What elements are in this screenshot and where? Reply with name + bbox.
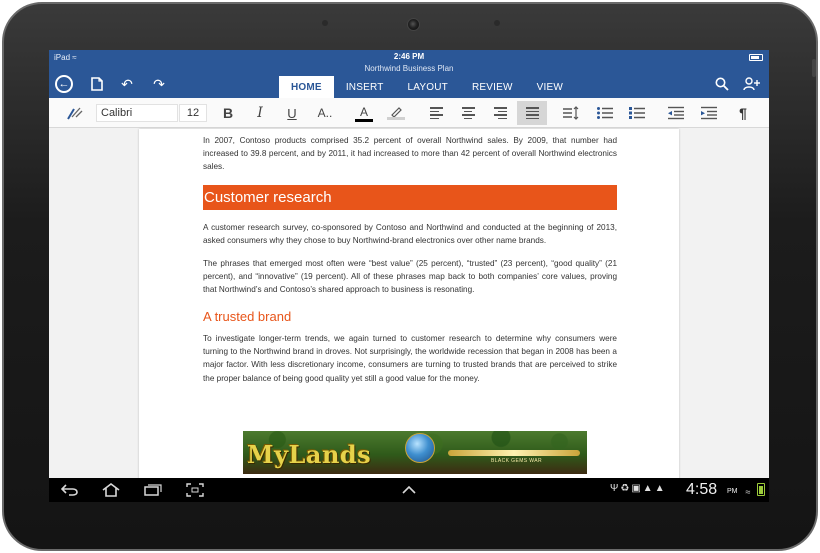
format-painter-icon <box>67 107 83 120</box>
battery-status-icon <box>757 483 765 496</box>
nav-home-button[interactable] <box>99 480 123 500</box>
tab-view[interactable]: VIEW <box>525 76 575 98</box>
recent-apps-icon <box>144 484 162 496</box>
ribbon-tabs: HOME INSERT LAYOUT REVIEW VIEW <box>279 76 575 98</box>
share-button[interactable] <box>742 74 762 94</box>
document-page[interactable]: In 2007, Contoso products comprised 35.2… <box>139 129 679 502</box>
numbering-button[interactable] <box>624 98 650 128</box>
home-icon <box>102 483 120 497</box>
battery-icon <box>749 54 763 61</box>
nav-back-button[interactable] <box>59 480 81 500</box>
warning-icon-2: ▲ <box>654 483 667 494</box>
system-clock: 4:58 <box>686 481 718 498</box>
document-title: Northwind Business Plan <box>364 64 454 73</box>
clock-ampm: PM <box>727 488 738 495</box>
add-person-icon <box>743 77 760 91</box>
file-button[interactable] <box>87 74 107 94</box>
notification-icons[interactable]: Ψ♻▣▲▲ <box>610 483 667 494</box>
undo-icon: ↶ <box>121 75 133 92</box>
font-color-icon: A <box>355 105 373 122</box>
highlight-button[interactable] <box>384 98 408 128</box>
undo-button[interactable]: ↶ <box>117 74 137 94</box>
home-ribbon: Calibri 12 B I U A.. A ¶ <box>49 98 769 128</box>
heading-trusted-brand: A trusted brand <box>203 309 292 324</box>
align-right-icon <box>493 107 507 119</box>
paragraph-2: A customer research survey, co-sponsored… <box>203 223 617 246</box>
decrease-indent-icon <box>668 106 684 120</box>
ad-banner[interactable]: MyLands BLACK GEMS WAR <box>243 431 587 474</box>
line-spacing-icon <box>563 106 579 120</box>
tab-home[interactable]: HOME <box>279 76 334 98</box>
font-color-button[interactable]: A <box>352 98 376 128</box>
recycle-icon: ♻ <box>620 483 632 494</box>
chevron-up-icon <box>402 486 416 494</box>
bullet-list-icon <box>597 107 613 119</box>
font-color-letter: A <box>359 104 368 119</box>
back-button[interactable]: ← <box>54 74 74 94</box>
redo-button[interactable]: ↷ <box>149 74 169 94</box>
increase-indent-icon <box>701 106 717 120</box>
highlight-swatch <box>387 117 405 120</box>
front-sensor <box>322 20 328 26</box>
front-camera <box>407 18 420 31</box>
sword-icon <box>448 450 580 456</box>
side-button[interactable] <box>812 59 816 77</box>
banner-title: MyLands <box>247 440 372 469</box>
search-button[interactable] <box>712 74 732 94</box>
line-spacing-button[interactable] <box>557 98 583 128</box>
italic-button[interactable]: I <box>249 98 271 128</box>
align-left-icon <box>429 107 443 119</box>
light-sensor <box>494 20 500 26</box>
nav-expand-button[interactable] <box>399 480 419 500</box>
justify-icon <box>525 107 539 119</box>
app-top-bar: iPad ≈ 2:46 PM Northwind Business Plan ←… <box>49 50 769 98</box>
justify-button[interactable] <box>517 101 547 125</box>
show-formatting-button[interactable]: ¶ <box>732 98 754 128</box>
align-right-button[interactable] <box>488 98 512 128</box>
back-arrow-icon: ← <box>55 75 73 93</box>
format-painter-button[interactable] <box>63 98 87 128</box>
tab-layout[interactable]: LAYOUT <box>396 76 460 98</box>
nav-recent-apps-button[interactable] <box>142 480 164 500</box>
tab-review[interactable]: REVIEW <box>460 76 525 98</box>
paragraph-4: To investigate longer-term trends, we ag… <box>203 334 617 383</box>
bullets-button[interactable] <box>592 98 618 128</box>
font-color-swatch <box>355 118 373 122</box>
nav-screenshot-button[interactable] <box>184 480 206 500</box>
wifi-signal-icon: ≈ <box>745 487 751 497</box>
highlighter-pen <box>391 107 402 117</box>
align-center-button[interactable] <box>456 98 480 128</box>
font-name-field[interactable]: Calibri <box>96 104 178 122</box>
highlighter-icon <box>387 106 405 120</box>
tablet-screen: iPad ≈ 2:46 PM Northwind Business Plan ←… <box>49 50 769 502</box>
increase-indent-button[interactable] <box>696 98 722 128</box>
image-icon: ▣ <box>631 483 643 494</box>
numbered-list-icon <box>629 107 645 119</box>
bold-button[interactable]: B <box>217 98 239 128</box>
font-size-field[interactable]: 12 <box>179 104 207 122</box>
usb-icon: Ψ <box>610 483 621 494</box>
banner-subtitle: BLACK GEMS WAR <box>491 458 542 464</box>
redo-icon: ↷ <box>153 75 165 92</box>
globe-icon <box>405 433 435 463</box>
file-icon <box>91 77 103 91</box>
align-left-button[interactable] <box>424 98 448 128</box>
align-center-icon <box>461 107 475 119</box>
decrease-indent-button[interactable] <box>663 98 689 128</box>
underline-button[interactable]: U <box>281 98 303 128</box>
screenshot-icon <box>186 483 204 497</box>
heading-customer-research: Customer research <box>203 185 617 210</box>
tab-insert[interactable]: INSERT <box>334 76 396 98</box>
text-effects-button[interactable]: A.. <box>313 98 337 128</box>
back-icon <box>61 484 78 496</box>
warning-icon: ▲ <box>642 483 655 494</box>
android-nav-bar: Ψ♻▣▲▲ 4:58 PM ≈ <box>49 478 769 502</box>
status-time: 2:46 PM <box>393 52 425 61</box>
search-icon <box>715 77 729 91</box>
paragraph-1: In 2007, Contoso products comprised 35.2… <box>203 136 617 172</box>
paragraph-3: The phrases that emerged most often were… <box>203 259 617 295</box>
